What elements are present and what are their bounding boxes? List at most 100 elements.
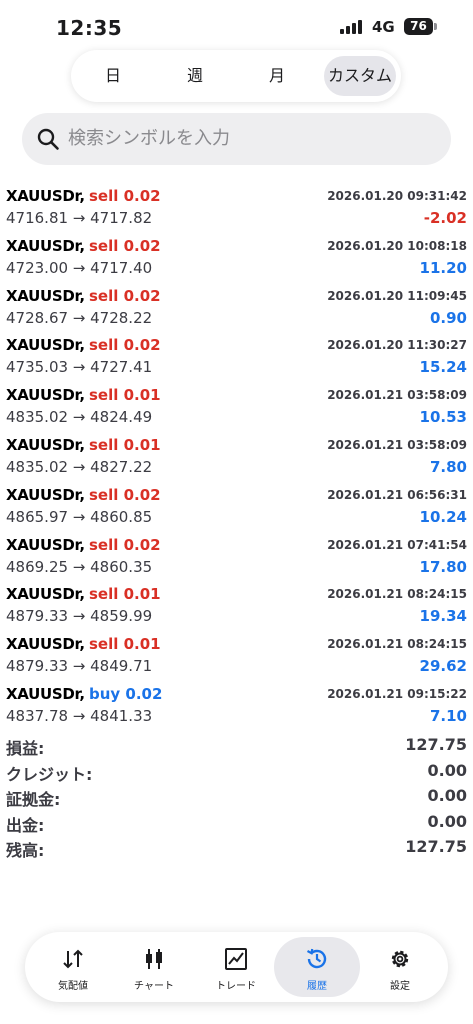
summary-row-profit: 損益: 127.75 [0,735,473,761]
summary-row-deposit: 証拠金: 0.00 [0,786,473,812]
deal-row[interactable]: XAUUSDr, buy 0.02 2026.01.21 09:15:22 48… [0,683,473,733]
period-segmented-control: 日 週 月 カスタム [71,50,401,102]
summary-value: 127.75 [405,837,467,856]
deal-time: 2026.01.21 06:56:31 [327,487,467,502]
deal-row[interactable]: XAUUSDr, sell 0.02 2026.01.20 10:08:18 4… [0,235,473,285]
summary-label: 出金: [6,815,45,835]
deal-row[interactable]: XAUUSDr, sell 0.01 2026.01.21 03:58:09 4… [0,434,473,484]
search-placeholder: 検索シンボルを入力 [68,128,230,149]
summary-label: クレジット: [6,764,93,784]
deal-symbol: XAUUSDr, [6,336,85,355]
cellular-signal-icon [340,20,366,34]
deal-symbol: XAUUSDr, [6,286,85,305]
tab-month[interactable]: 月 [243,56,311,96]
deal-symbol: XAUUSDr, [6,535,85,554]
status-time: 12:35 [56,16,123,40]
deal-time: 2026.01.20 09:31:42 [327,189,467,203]
deal-prices: 4716.81 → 4717.82 [6,209,153,227]
deal-profit: 10.53 [419,408,467,427]
deal-symbol: XAUUSDr, [6,684,85,703]
deal-prices: 4879.33 → 4859.99 [6,607,153,626]
battery-icon: 76 [404,18,433,35]
deal-profit: 29.62 [419,657,467,676]
deal-profit: 11.20 [419,258,467,277]
deal-time: 2026.01.20 11:30:27 [327,338,467,353]
tab-custom[interactable]: カスタム [324,56,396,96]
deal-time: 2026.01.20 11:09:45 [327,288,467,303]
deal-row[interactable]: XAUUSDr, sell 0.02 2026.01.21 06:56:31 4… [0,484,473,534]
search-icon [37,128,59,150]
summary-value: 0.00 [427,786,467,805]
deal-type: sell 0.02 [89,187,161,205]
history-summary: 損益: 127.75 クレジット: 0.00 証拠金: 0.00 出金: 0.0… [0,735,473,863]
history-clock-icon [306,948,327,969]
summary-label: 損益: [6,739,45,758]
deal-time: 2026.01.21 08:24:15 [327,637,467,652]
deal-profit: -2.02 [423,209,467,227]
deal-profit: 7.10 [429,706,467,725]
deal-time: 2026.01.20 10:08:18 [327,238,467,253]
deal-prices: 4835.02 → 4824.49 [6,408,153,427]
deal-row[interactable]: XAUUSDr, sell 0.02 2026.01.21 07:41:54 4… [0,534,473,584]
deal-prices: 4835.02 → 4827.22 [6,457,153,476]
deal-time: 2026.01.21 08:24:15 [327,587,467,602]
battery-tip [434,23,437,30]
nav-chart[interactable]: チャート [111,937,197,997]
deal-type: buy 0.02 [89,684,163,703]
summary-label: 残高: [6,841,45,860]
deal-profit: 10.24 [419,507,467,526]
deal-time: 2026.01.21 03:58:09 [327,437,467,452]
deal-symbol: XAUUSDr, [6,435,85,454]
status-bar: 12:35 4G 76 [0,0,473,52]
deal-time: 2026.01.21 03:58:09 [327,388,467,403]
deal-prices: 4735.03 → 4727.41 [6,358,153,377]
deal-row[interactable]: XAUUSDr, sell 0.02 2026.01.20 11:30:27 4… [0,334,473,384]
deal-prices: 4723.00 → 4717.40 [6,258,153,277]
deal-row[interactable]: XAUUSDr, sell 0.02 2026.01.20 09:31:42 4… [0,185,473,235]
nav-quotes[interactable]: 気配値 [30,937,116,997]
deal-profit: 7.80 [429,457,467,476]
deal-row[interactable]: XAUUSDr, sell 0.01 2026.01.21 03:58:09 4… [0,384,473,434]
deal-symbol: XAUUSDr, [6,187,85,205]
deal-type: sell 0.01 [89,585,161,604]
deal-type: sell 0.01 [89,386,161,405]
nav-label: チャート [134,981,174,992]
candlestick-chart-icon [146,949,162,969]
deal-profit: 17.80 [419,557,467,576]
quotes-arrows-icon [63,949,83,969]
summary-value: 0.00 [427,811,467,831]
nav-history[interactable]: 履歴 [274,937,360,997]
tab-day[interactable]: 日 [79,56,147,96]
deal-prices: 4728.67 → 4728.22 [6,308,153,327]
deal-prices: 4879.33 → 4849.71 [6,657,153,676]
deal-time: 2026.01.21 09:15:22 [327,686,467,701]
deal-type: sell 0.02 [89,535,161,554]
bottom-nav: 気配値 チャート トレード 履歴 設定 [25,932,448,1002]
deal-row[interactable]: XAUUSDr, sell 0.01 2026.01.21 08:24:15 4… [0,633,473,683]
deal-row[interactable]: XAUUSDr, sell 0.02 2026.01.20 11:09:45 4… [0,285,473,335]
deal-symbol: XAUUSDr, [6,386,85,405]
symbol-search-field[interactable]: 検索シンボルを入力 [22,113,451,165]
network-type: 4G [372,18,395,36]
deal-profit: 15.24 [419,358,467,377]
deal-symbol: XAUUSDr, [6,236,85,255]
deal-time: 2026.01.21 07:41:54 [327,537,467,552]
deal-prices: 4865.97 → 4860.85 [6,507,153,526]
summary-row-withdrawal: 出金: 0.00 [0,812,473,838]
nav-label: 設定 [390,981,410,992]
deal-symbol: XAUUSDr, [6,635,85,654]
deal-row[interactable]: XAUUSDr, sell 0.01 2026.01.21 08:24:15 4… [0,583,473,633]
nav-trade[interactable]: トレード [193,937,279,997]
summary-row-balance: 残高: 127.75 [0,837,473,863]
nav-label: 履歴 [307,981,327,992]
deal-prices: 4837.78 → 4841.33 [6,706,153,725]
deal-symbol: XAUUSDr, [6,585,85,604]
deal-type: sell 0.02 [89,336,161,355]
nav-settings[interactable]: 設定 [357,937,443,997]
deal-type: sell 0.02 [89,236,161,255]
summary-value: 127.75 [405,735,467,754]
summary-label: 証拠金: [6,790,61,809]
deal-type: sell 0.01 [89,435,161,454]
tab-week[interactable]: 週 [161,56,229,96]
deal-profit: 19.34 [419,607,467,626]
